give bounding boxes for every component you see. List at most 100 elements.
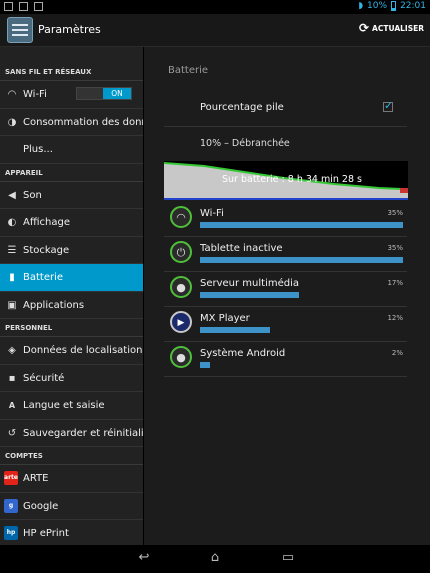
usage-item-bar bbox=[200, 327, 270, 333]
usage-item-percent: 12% bbox=[387, 314, 403, 322]
usage-item-android-system[interactable]: ● Système Android 2% bbox=[164, 342, 407, 377]
image-notification-icon bbox=[4, 2, 13, 11]
status-bar: ◗ 10% 22:01 bbox=[0, 0, 430, 14]
battery-percentage-row[interactable]: Pourcentage pile bbox=[164, 93, 407, 127]
sidebar-item-location[interactable]: ◈ Données de localisation bbox=[0, 337, 143, 365]
sidebar-item-label: ARTE bbox=[23, 473, 49, 484]
sidebar-item-wifi[interactable]: ◠ Wi-Fi ON bbox=[0, 81, 143, 109]
wifi-icon: ◠ bbox=[170, 206, 192, 228]
recent-apps-icon[interactable]: ▭ bbox=[277, 551, 299, 565]
power-icon: ⏻ bbox=[170, 241, 192, 263]
sidebar-item-display[interactable]: ◐ Affichage bbox=[0, 209, 143, 237]
sidebar-item-storage[interactable]: ☰ Stockage bbox=[0, 237, 143, 264]
section-header-accounts: COMPTES bbox=[0, 447, 143, 465]
usage-item-percent: 35% bbox=[387, 209, 403, 217]
wifi-icon: ◠ bbox=[7, 89, 17, 100]
language-icon: A bbox=[8, 401, 16, 410]
wifi-toggle-on: ON bbox=[103, 88, 131, 99]
refresh-icon: ⟳ bbox=[358, 21, 370, 35]
usage-item-percent: 2% bbox=[391, 349, 403, 357]
sidebar-item-label: Sauvegarder et réinitialiser bbox=[23, 427, 143, 439]
usage-item-bar bbox=[200, 362, 210, 368]
battery-percentage-checkbox[interactable] bbox=[383, 99, 393, 112]
display-icon: ◐ bbox=[7, 217, 17, 228]
sidebar-item-label: Stockage bbox=[23, 244, 70, 256]
usage-item-percent: 35% bbox=[387, 244, 403, 252]
sidebar-item-security[interactable]: ▪ Sécurité bbox=[0, 365, 143, 392]
usage-item-percent: 17% bbox=[387, 279, 403, 287]
arte-icon: arte bbox=[4, 471, 18, 485]
refresh-button[interactable]: ⟳ ACTUALISER bbox=[358, 21, 424, 35]
sidebar-item-backup[interactable]: ↺ Sauvegarder et réinitialiser bbox=[0, 420, 143, 447]
lock-icon: ▪ bbox=[8, 372, 16, 384]
android-icon: ● bbox=[170, 276, 192, 298]
page-title: Paramètres bbox=[38, 23, 101, 36]
notification-icons bbox=[4, 2, 43, 11]
storage-icon: ☰ bbox=[7, 244, 17, 256]
battery-status-text: 10% – Débranchée bbox=[200, 138, 290, 149]
navigation-bar: ↩ ⌂ ▭ bbox=[0, 545, 430, 573]
sidebar-item-label: Données de localisation bbox=[23, 345, 143, 356]
sidebar-item-hp-eprint[interactable]: hp HP ePrint bbox=[0, 520, 143, 545]
usage-item-media-server[interactable]: ● Serveur multimédia 17% bbox=[164, 272, 407, 307]
battery-history-graph[interactable]: Sur batterie : 8 h 34 min 28 s bbox=[164, 161, 408, 200]
breadcrumb: Batterie bbox=[168, 65, 209, 76]
wifi-signal-icon: ◗ bbox=[358, 1, 364, 11]
sd-card-icon bbox=[19, 2, 28, 11]
sidebar-item-sound[interactable]: ◀ Son bbox=[0, 182, 143, 209]
hp-eprint-icon: hp bbox=[4, 526, 18, 540]
usage-item-mx-player[interactable]: ▶ MX Player 12% bbox=[164, 307, 407, 342]
settings-app-icon[interactable] bbox=[7, 17, 33, 43]
google-icon: g bbox=[4, 498, 18, 513]
back-icon[interactable]: ↩ bbox=[133, 551, 155, 565]
sidebar-item-data-usage[interactable]: ◑ Consommation des données bbox=[0, 109, 143, 136]
clock: 22:01 bbox=[400, 1, 426, 11]
sidebar-item-label: HP ePrint bbox=[23, 528, 69, 539]
sidebar-item-battery[interactable]: ▮ Batterie bbox=[0, 264, 143, 292]
sidebar-item-label: Langue et saisie bbox=[23, 400, 105, 411]
usage-item-name: Wi-Fi bbox=[200, 208, 224, 219]
applications-icon: ▣ bbox=[7, 299, 17, 311]
usage-item-bar bbox=[200, 222, 403, 228]
sidebar-item-more[interactable]: Plus... bbox=[0, 136, 143, 164]
wifi-toggle[interactable]: ON bbox=[76, 87, 132, 100]
battery-graph-text: Sur batterie : 8 h 34 min 28 s bbox=[222, 174, 362, 185]
usage-item-name: Serveur multimédia bbox=[200, 278, 300, 289]
home-icon[interactable]: ⌂ bbox=[204, 551, 226, 565]
action-bar: Paramètres ⟳ ACTUALISER bbox=[0, 14, 430, 47]
settings-notification-icon bbox=[34, 2, 43, 11]
section-header-wireless: SANS FIL ET RÉSEAUX bbox=[0, 63, 143, 81]
sidebar-item-arte[interactable]: arte ARTE bbox=[0, 465, 143, 493]
usage-item-tablet-idle[interactable]: ⏻ Tablette inactive 35% bbox=[164, 237, 407, 272]
section-header-personal: PERSONNEL bbox=[0, 319, 143, 337]
battery-percentage-label: Pourcentage pile bbox=[200, 102, 284, 113]
sidebar-item-label: Sécurité bbox=[23, 372, 65, 384]
sidebar-item-label: Consommation des données bbox=[23, 116, 143, 128]
settings-sidebar: SANS FIL ET RÉSEAUX ◠ Wi-Fi ON ◑ Consomm… bbox=[0, 47, 143, 545]
sidebar-item-label: Google bbox=[23, 500, 59, 512]
battery-status-row[interactable]: 10% – Débranchée bbox=[164, 127, 407, 162]
sidebar-item-language[interactable]: A Langue et saisie bbox=[0, 392, 143, 420]
usage-item-name: Système Android bbox=[200, 348, 286, 359]
sidebar-item-applications[interactable]: ▣ Applications bbox=[0, 292, 143, 319]
battery-icon bbox=[391, 1, 397, 11]
usage-item-bar bbox=[200, 292, 299, 298]
backup-icon: ↺ bbox=[7, 427, 17, 439]
refresh-label: ACTUALISER bbox=[372, 23, 424, 33]
usage-item-name: Tablette inactive bbox=[200, 243, 283, 254]
sidebar-item-label: Batterie bbox=[23, 272, 64, 283]
sidebar-item-label: Applications bbox=[23, 299, 85, 311]
battery-percent: 10% bbox=[367, 1, 388, 11]
section-header-device: APPAREIL bbox=[0, 164, 143, 182]
usage-item-bar bbox=[200, 257, 403, 263]
location-icon: ◈ bbox=[8, 345, 16, 356]
sidebar-item-google[interactable]: g Google bbox=[0, 493, 143, 520]
usage-item-wifi[interactable]: ◠ Wi-Fi 35% bbox=[164, 202, 407, 237]
mx-player-icon: ▶ bbox=[170, 311, 192, 333]
sidebar-item-label: Wi-Fi bbox=[23, 89, 47, 100]
sidebar-item-label: Affichage bbox=[23, 217, 70, 228]
battery-graph-end-marker bbox=[400, 188, 408, 193]
android-icon: ● bbox=[170, 346, 192, 368]
sidebar-item-label: Son bbox=[23, 189, 42, 201]
battery-panel: Batterie Pourcentage pile 10% – Débranch… bbox=[144, 47, 430, 545]
